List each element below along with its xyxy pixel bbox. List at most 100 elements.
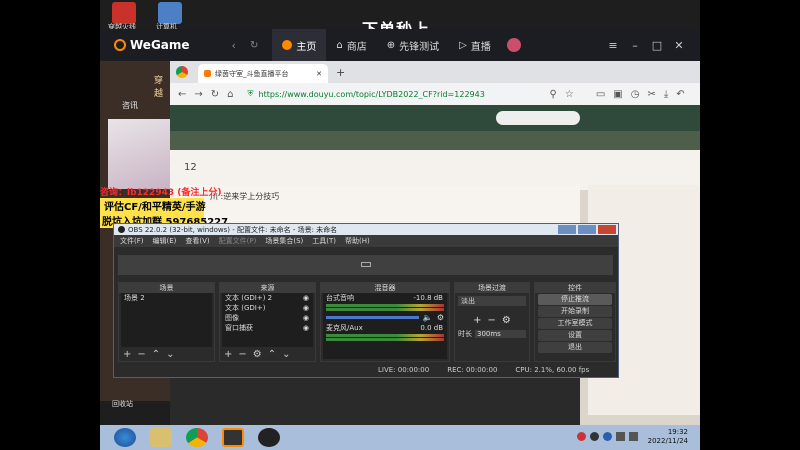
menu-view[interactable]: 查看(V) (185, 236, 209, 246)
visibility-eye-icon[interactable]: ◉ (303, 313, 309, 323)
visibility-eye-icon[interactable]: ◉ (303, 303, 309, 313)
tray-icon[interactable] (603, 432, 612, 441)
wegame-nav-label: 直播 (470, 41, 491, 53)
reload-icon[interactable]: ↻ (211, 89, 219, 100)
gear-icon[interactable]: ⚙ (502, 315, 511, 326)
back-arrow-icon[interactable]: ← (178, 89, 186, 100)
list-item[interactable]: 场景 2 (121, 293, 212, 303)
studio-mode-button[interactable]: 工作室模式 (538, 318, 612, 329)
move-up-icon[interactable]: ⌃ (152, 349, 160, 360)
duration-field[interactable]: 300ms (475, 330, 526, 338)
game-banner-image (108, 119, 170, 189)
speaker-icon[interactable]: 🔈 (423, 313, 433, 322)
crossfire-icon[interactable] (112, 2, 136, 24)
wegame-logo[interactable]: WeGame (114, 38, 190, 52)
site-search-box[interactable] (496, 111, 580, 125)
zoom-search-icon[interactable]: ⚲ (550, 89, 557, 100)
volume-icon[interactable] (629, 432, 638, 441)
move-down-icon[interactable]: ⌄ (282, 349, 290, 360)
computer-icon[interactable] (158, 2, 182, 24)
remove-icon[interactable]: − (488, 315, 496, 326)
mixer-body: 台式音响 -10.8 dB 🔈 ⚙ 麦克风/Aux 0.0 dB (323, 293, 447, 359)
start-recording-button[interactable]: 开始录制 (538, 306, 612, 317)
forward-arrow-icon[interactable]: → (194, 89, 202, 100)
secure-shield-icon: ⛨ (247, 89, 254, 98)
obs-titlebar[interactable]: OBS 22.0.2 (32-bit, windows) - 配置文件: 未命名… (114, 224, 618, 235)
menu-file[interactable]: 文件(F) (120, 236, 144, 246)
avatar[interactable] (506, 38, 521, 52)
move-up-icon[interactable]: ⌃ (268, 349, 276, 360)
settings-button[interactable]: 设置 (538, 330, 612, 341)
remove-icon[interactable]: − (238, 349, 246, 360)
menu-help[interactable]: 帮助(H) (345, 236, 370, 246)
taskbar-clock[interactable]: 19:32 2022/11/24 (648, 428, 688, 446)
obs-preview[interactable] (118, 255, 613, 275)
chrome-icon[interactable] (186, 428, 208, 447)
visibility-eye-icon[interactable]: ◉ (303, 293, 309, 303)
transition-select[interactable]: 淡出 (458, 296, 526, 306)
mixer-dock: 混音器 台式音响 -10.8 dB 🔈 ⚙ 麦克风/Aux 0.0 dB (320, 282, 450, 362)
start-icon[interactable] (114, 428, 136, 447)
remove-icon[interactable]: − (137, 349, 145, 360)
list-item[interactable]: 图像 ◉ (222, 313, 313, 323)
list-item[interactable]: 文本 (GDI+) ◉ (222, 303, 313, 313)
wegame-nav-test[interactable]: ⊕ 先锋测试 (377, 29, 449, 61)
browser-tab[interactable]: 绿茵守室_斗鱼直播平台 ✕ (198, 64, 328, 83)
split-view-icon[interactable]: ▣ (613, 89, 622, 100)
new-tab-icon[interactable]: + (336, 66, 345, 79)
close-icon[interactable] (598, 225, 616, 234)
menu-scene-collection[interactable]: 场景集合(S) (265, 236, 303, 246)
menu-edit[interactable]: 编辑(E) (153, 236, 177, 246)
tray-icon[interactable] (590, 432, 599, 441)
scissors-icon[interactable]: ✂ (647, 89, 655, 100)
maximize-icon[interactable] (578, 225, 596, 234)
menu-profile[interactable]: 配置文件(P) (219, 236, 257, 246)
sidebar-news-label[interactable]: 咨讯 (122, 100, 138, 111)
add-icon[interactable]: + (123, 349, 131, 360)
stop-streaming-button[interactable]: 停止推流 (538, 294, 612, 305)
level-meter (326, 304, 444, 307)
clock-date: 2022/11/24 (647, 437, 688, 445)
refresh-icon[interactable]: ↻ (250, 40, 258, 51)
address-url: https://www.douyu.com/topic/LYDB2022_CF?… (258, 89, 485, 99)
menu-icon[interactable]: ≡ (602, 39, 624, 52)
minimize-icon[interactable] (558, 225, 576, 234)
wegame-nav-live[interactable]: ▷ 直播 (449, 29, 501, 61)
list-item[interactable]: 文本 (GDI+) 2 ◉ (222, 293, 313, 303)
tab-favicon-icon (204, 70, 211, 77)
crossfire-icon[interactable] (150, 428, 172, 447)
wegame-nav-home[interactable]: 主页 (272, 29, 327, 61)
tab-close-icon[interactable]: ✕ (316, 70, 322, 78)
minimize-icon[interactable]: – (624, 39, 646, 52)
bookmark-star-icon[interactable]: ☆ (565, 89, 574, 100)
wegame-icon[interactable] (222, 428, 244, 447)
tab-strip: 绿茵守室_斗鱼直播平台 ✕ + (170, 61, 700, 83)
obs-logo-icon (118, 226, 125, 233)
menu-tools[interactable]: 工具(T) (312, 236, 336, 246)
duration-label: 时长 (458, 330, 472, 338)
visibility-eye-icon[interactable]: ◉ (303, 323, 309, 333)
extensions-icon[interactable]: ▭ (596, 89, 605, 100)
history-icon[interactable]: ◷ (631, 89, 640, 100)
maximize-icon[interactable]: □ (646, 39, 668, 52)
volume-slider[interactable] (326, 316, 419, 319)
dock-title: 场景 (119, 283, 214, 293)
mixer-channel: 台式音响 -10.8 dB (323, 293, 447, 303)
wegame-nav-store[interactable]: ⌂ 商店 (326, 29, 376, 61)
exit-button[interactable]: 退出 (538, 342, 612, 353)
back-icon[interactable]: ‹ (232, 39, 236, 52)
tray-icon[interactable] (577, 432, 586, 441)
move-down-icon[interactable]: ⌄ (166, 349, 174, 360)
undo-icon[interactable]: ↶ (676, 89, 684, 100)
gear-icon[interactable]: ⚙ (253, 349, 262, 360)
obs-icon[interactable] (258, 428, 280, 447)
add-icon[interactable]: + (473, 315, 481, 326)
address-bar[interactable]: ⛨ https://www.douyu.com/topic/LYDB2022_C… (241, 86, 542, 102)
add-icon[interactable]: + (224, 349, 232, 360)
network-icon[interactable] (616, 432, 625, 441)
home-icon[interactable]: ⌂ (227, 89, 233, 100)
gear-icon[interactable]: ⚙ (437, 313, 444, 322)
close-icon[interactable]: ✕ (668, 39, 690, 52)
downloads-icon[interactable]: ⤓ (664, 89, 668, 100)
list-item[interactable]: 窗口捕获 ◉ (222, 323, 313, 333)
